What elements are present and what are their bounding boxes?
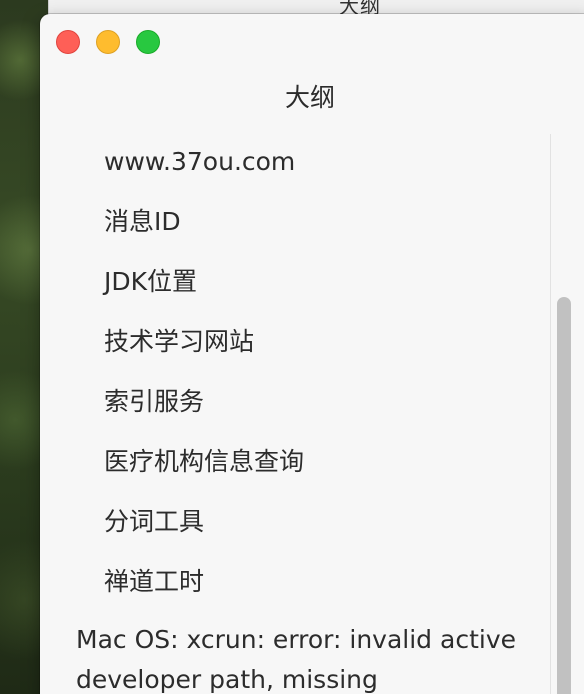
minimize-icon[interactable] [96, 30, 120, 54]
scrollbar-thumb[interactable] [557, 297, 571, 694]
zoom-icon[interactable] [136, 30, 160, 54]
outline-item[interactable]: JDK位置 [40, 252, 545, 312]
scrollbar-track[interactable] [550, 134, 551, 694]
outline-item[interactable]: 禅道工时 [40, 552, 545, 612]
outline-window: 大纲 www.37ou.com 消息ID JDK位置 技术学习网站 索引服务 医… [40, 14, 584, 694]
outline-item[interactable]: 医疗机构信息查询 [40, 432, 545, 492]
window-title: 大纲 [284, 83, 335, 112]
outline-item[interactable]: 分词工具 [40, 492, 545, 552]
outline-item[interactable]: 技术学习网站 [40, 312, 545, 372]
outline-item[interactable]: 索引服务 [40, 372, 545, 432]
outline-item[interactable]: 消息ID [40, 192, 545, 252]
outline-item[interactable]: www.37ou.com [40, 132, 545, 192]
close-icon[interactable] [56, 30, 80, 54]
outline-item-top-level[interactable]: Mac OS: xcrun: error: invalid active dev… [40, 612, 545, 694]
outline-list: www.37ou.com 消息ID JDK位置 技术学习网站 索引服务 医疗机构… [40, 132, 545, 694]
